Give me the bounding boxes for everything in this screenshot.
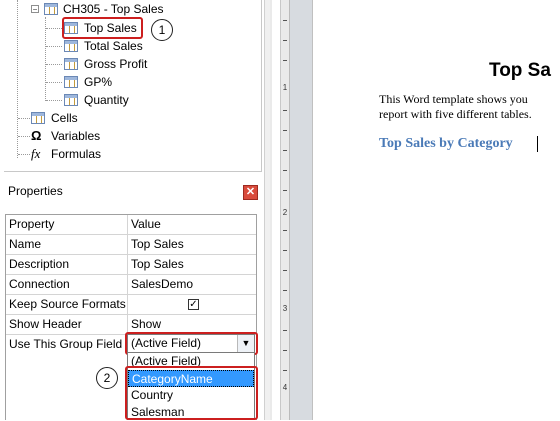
property-name: Name <box>9 237 42 251</box>
table-icon <box>44 3 58 15</box>
table-row[interactable]: Keep Source Formats ✓ <box>6 295 256 315</box>
properties-title: Properties <box>8 184 63 198</box>
property-value[interactable]: SalesDemo <box>128 275 258 294</box>
property-value[interactable]: Top Sales <box>128 235 258 254</box>
tree-line <box>45 17 46 101</box>
property-column-header: Property <box>9 217 55 231</box>
table-icon <box>64 58 78 70</box>
ruler-number: 3 <box>282 304 288 313</box>
keep-source-formats-checkbox[interactable]: ✓ <box>188 299 199 310</box>
tree-item-total-sales[interactable]: Total Sales <box>84 37 143 55</box>
ruler-number: 4 <box>282 383 288 392</box>
ruler-number: 2 <box>282 208 288 217</box>
tree-line <box>46 64 62 65</box>
property-name: Description <box>9 257 70 271</box>
tree-line <box>18 154 30 155</box>
document-text-line: This Word template shows you <box>379 92 528 106</box>
ruler-tick <box>283 40 287 41</box>
table-icon <box>64 40 78 52</box>
tree-item-label: Cells <box>51 111 78 125</box>
omega-icon: Ω <box>31 128 42 143</box>
tree-line <box>18 136 30 137</box>
collapse-icon[interactable]: − <box>31 5 39 14</box>
tree-line <box>46 82 62 83</box>
ruler-tick <box>283 110 287 111</box>
tree-item-variables[interactable]: Variables <box>51 127 100 145</box>
property-name: Keep Source Formats <box>9 297 126 311</box>
ruler-tick <box>283 150 287 151</box>
tree-line <box>18 118 32 119</box>
ruler-tick <box>283 370 287 371</box>
close-icon[interactable]: ✕ <box>243 185 258 200</box>
ruler-tick <box>283 250 287 251</box>
tree-item-label: Quantity <box>84 93 129 107</box>
ruler-tick <box>283 330 287 331</box>
vertical-ruler: 1 2 3 4 <box>270 0 290 420</box>
property-value[interactable]: Top Sales <box>128 255 258 274</box>
page-gutter <box>290 0 312 420</box>
cells-icon <box>31 112 45 124</box>
value-column-header: Value <box>131 217 161 231</box>
ruler-tick <box>283 230 287 231</box>
ruler-margin <box>272 0 281 420</box>
tree-item-gp-percent[interactable]: GP% <box>84 73 112 91</box>
tree-item-label: Variables <box>51 129 101 143</box>
tree-item-label: GP% <box>84 75 113 89</box>
text-cursor <box>537 136 538 152</box>
tree-item-formulas[interactable]: Formulas <box>51 145 101 163</box>
tree-line <box>46 46 62 47</box>
tree-item-gross-profit[interactable]: Gross Profit <box>84 55 147 73</box>
table-icon <box>64 94 78 106</box>
tree-line <box>46 28 62 29</box>
ruler-tick <box>283 190 287 191</box>
tree-line <box>17 0 18 158</box>
tree-item-label: Gross Profit <box>84 57 148 71</box>
property-name: Connection <box>9 277 70 291</box>
callout-2: 2 <box>96 367 118 389</box>
template-tree: − CH305 - Top Sales Top Sales Total Sale… <box>4 0 262 172</box>
property-name: Show Header <box>9 317 82 331</box>
document-title: Top Sa <box>489 60 551 81</box>
tree-item-root[interactable]: CH305 - Top Sales <box>63 0 164 18</box>
document-page[interactable]: Top Sa This Word template shows you repo… <box>312 0 560 420</box>
tree-item-cells[interactable]: Cells <box>51 109 78 127</box>
tree-line <box>46 100 62 101</box>
ruler-tick <box>283 170 287 171</box>
table-row[interactable]: Connection SalesDemo <box>6 275 256 295</box>
ruler-tick <box>283 130 287 131</box>
table-row[interactable]: Name Top Sales <box>6 235 256 255</box>
ruler-tick <box>283 60 287 61</box>
ruler-tick <box>283 290 287 291</box>
document-heading: Top Sales by Category <box>379 136 513 151</box>
table-row[interactable]: Description Top Sales <box>6 255 256 275</box>
highlight-box <box>62 17 143 39</box>
formula-icon: fx <box>31 146 41 161</box>
left-panel: − CH305 - Top Sales Top Sales Total Sale… <box>0 0 264 420</box>
document-text-line: report with five different tables. <box>379 107 532 121</box>
grid-header: Property Value <box>6 215 256 235</box>
ruler-tick <box>283 20 287 21</box>
tree-item-label: Formulas <box>51 147 102 161</box>
tree-item-quantity[interactable]: Quantity <box>84 91 129 109</box>
ruler-number: 1 <box>282 83 288 92</box>
tree-item-label: Total Sales <box>84 39 143 53</box>
tree-item-label: CH305 - Top Sales <box>63 2 164 16</box>
property-name: Use This Group Field <box>9 337 123 351</box>
highlight-box <box>125 366 258 420</box>
ruler-tick <box>283 270 287 271</box>
ruler-tick <box>283 350 287 351</box>
callout-1: 1 <box>151 19 173 41</box>
table-icon <box>64 76 78 88</box>
